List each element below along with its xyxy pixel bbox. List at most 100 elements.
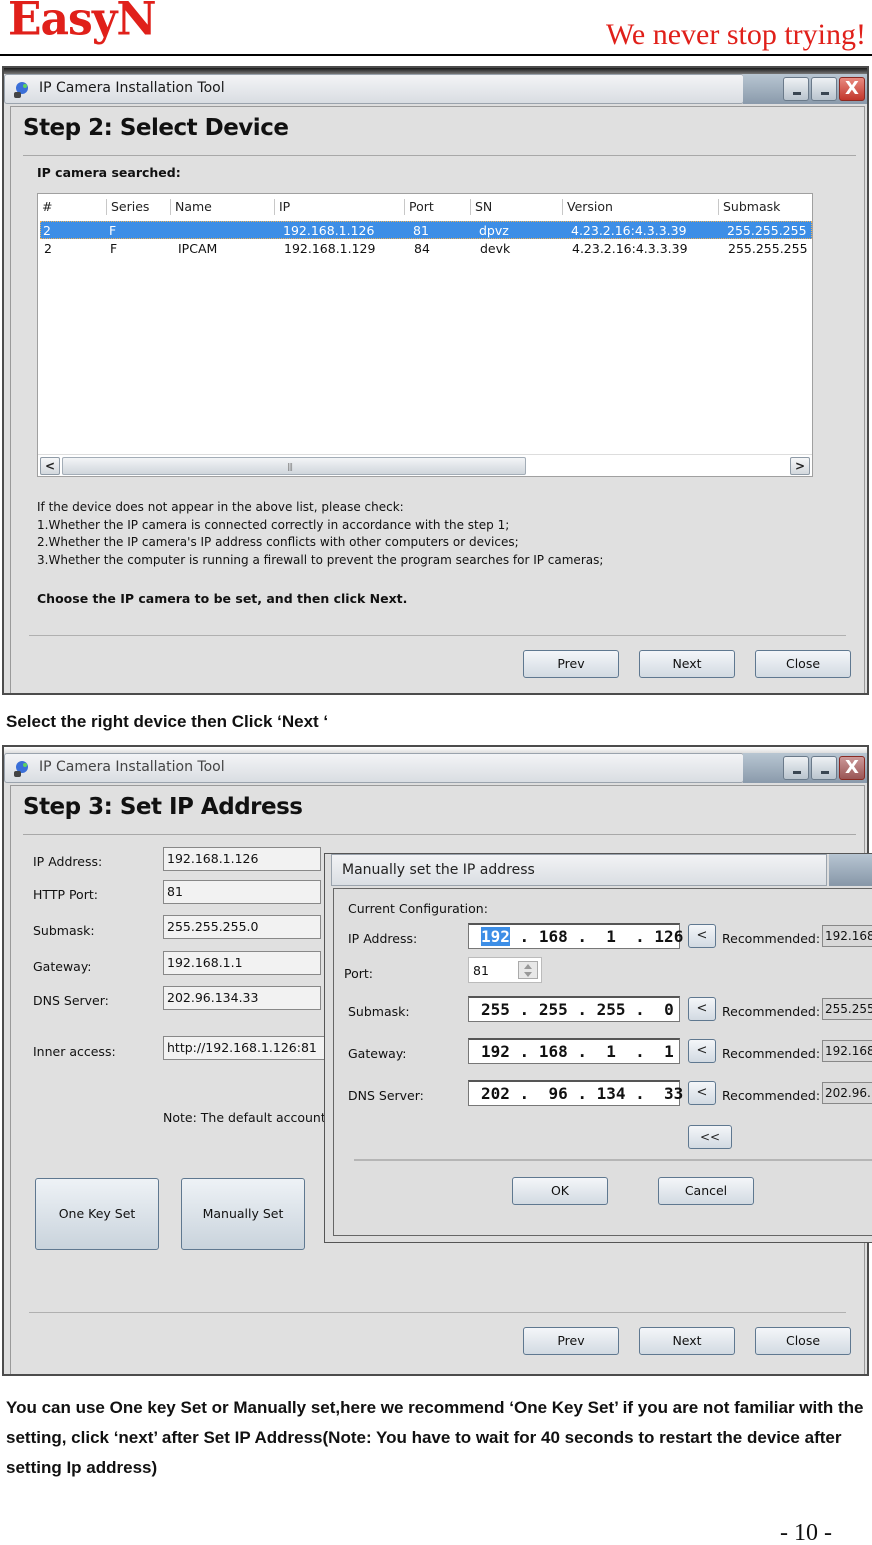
copy-recommended-dns-button[interactable]: < — [688, 1081, 716, 1105]
minimize-icon — [793, 92, 801, 95]
copy-recommended-ip-button[interactable]: < — [688, 924, 716, 948]
divider — [29, 635, 846, 636]
next-button[interactable]: Next — [639, 1327, 735, 1355]
window-title: IP Camera Installation Tool — [39, 759, 225, 775]
port-stepper[interactable]: 81 — [468, 957, 542, 983]
column-header[interactable]: Version — [562, 199, 718, 215]
close-window-button[interactable]: X — [839, 756, 865, 780]
brand-logo: EasyN — [8, 0, 157, 47]
dns-server-label: DNS Server: — [33, 993, 109, 1008]
default-account-note: Note: The default account — [163, 1110, 326, 1125]
slogan: We never stop trying! — [605, 18, 866, 51]
gateway-label: Gateway: — [33, 959, 92, 974]
recommended-ip-value: 192.168 — [822, 925, 872, 947]
prev-button[interactable]: Prev — [523, 1327, 619, 1355]
cancel-button[interactable]: Cancel — [658, 1177, 754, 1205]
minimize-button[interactable] — [783, 77, 809, 101]
minimize-icon — [821, 771, 829, 774]
inner-access-field[interactable]: http://192.168.1.126:81 — [163, 1036, 333, 1060]
instruction-paragraph: You can use One key Set or Manually set,… — [6, 1398, 864, 1477]
close-window-button[interactable]: X — [839, 77, 865, 101]
horizontal-scrollbar[interactable]: < ||| > — [38, 454, 812, 476]
ip-address-field[interactable]: 192.168.1.126 — [163, 847, 321, 871]
camera-app-icon — [14, 82, 28, 98]
inner-access-label: Inner access: — [33, 1044, 116, 1059]
window-title: IP Camera Installation Tool — [39, 80, 225, 96]
step-title: Step 2: Select Device — [23, 115, 289, 141]
scroll-thumb[interactable]: ||| — [62, 457, 526, 475]
installation-tool-window-step2: IP Camera Installation Tool X Step 2: Se… — [2, 66, 869, 695]
dlg-port-label: Port: — [344, 966, 373, 981]
spin-arrows-icon[interactable] — [518, 961, 538, 979]
divider — [29, 1312, 846, 1313]
divider — [23, 155, 856, 156]
recommended-gateway-value: 192.168 — [822, 1040, 872, 1062]
recommended-label: Recommended: — [722, 1046, 821, 1061]
caption-select-device: Select the right device then Click ‘Next… — [6, 712, 329, 731]
ok-button[interactable]: OK — [512, 1177, 608, 1205]
recommended-label: Recommended: — [722, 931, 821, 946]
dialog-controls[interactable] — [829, 854, 872, 886]
title-bar: IP Camera Installation Tool — [4, 753, 744, 783]
dns-server-field[interactable]: 202.96.134.33 — [163, 986, 321, 1010]
gateway-input[interactable]: 192 . 168 . 1 . 1 — [468, 1038, 680, 1064]
submask-field[interactable]: 255.255.255.0 — [163, 915, 321, 939]
restore-button[interactable] — [811, 756, 837, 780]
dlg-submask-label: Submask: — [348, 1004, 410, 1019]
one-key-set-button[interactable]: One Key Set — [35, 1178, 159, 1250]
column-header[interactable]: Port — [404, 199, 470, 215]
dlg-gateway-label: Gateway: — [348, 1046, 407, 1061]
prev-button[interactable]: Prev — [523, 650, 619, 678]
recommended-label: Recommended: — [722, 1088, 821, 1103]
camera-app-icon — [14, 761, 28, 777]
copy-recommended-submask-button[interactable]: < — [688, 997, 716, 1021]
dialog-title-bar: Manually set the IP address — [331, 854, 827, 886]
column-header[interactable]: Submask — [718, 199, 814, 215]
http-port-field[interactable]: 81 — [163, 880, 321, 904]
column-header[interactable]: Series — [106, 199, 170, 215]
recommended-submask-value: 255.255 — [822, 998, 872, 1020]
chevron-right-icon: > — [794, 459, 806, 473]
close-button[interactable]: Close — [755, 650, 851, 678]
section-label: IP camera searched: — [37, 165, 181, 180]
camera-list[interactable]: # Series Name IP Port SN Version Submask… — [37, 193, 813, 477]
troubleshooting-info: If the device does not appear in the abo… — [37, 500, 604, 567]
recommended-label: Recommended: — [722, 1004, 821, 1019]
dialog-body: Current Configuration: IP Address: 192 .… — [333, 888, 872, 1236]
table-row[interactable]: 2 F 192.168.1.126 81 dpvz 4.23.2.16:4.3.… — [40, 221, 812, 239]
ip-address-input[interactable]: 192 . 168 . 1 . 126 — [468, 923, 683, 949]
column-header[interactable]: SN — [470, 199, 562, 215]
current-configuration-label: Current Configuration: — [348, 901, 488, 916]
column-header[interactable]: Name — [170, 199, 274, 215]
table-row[interactable]: 2 F IPCAM 192.168.1.129 84 devk 4.23.2.1… — [40, 240, 812, 258]
next-button[interactable]: Next — [639, 650, 735, 678]
table-header: # Series Name IP Port SN Version Submask — [38, 194, 812, 218]
scroll-right-button[interactable]: > — [790, 457, 810, 475]
collapse-button[interactable]: << — [688, 1125, 732, 1149]
page-number: - 10 - — [780, 1520, 832, 1545]
column-header[interactable]: IP — [274, 199, 404, 215]
gateway-field[interactable]: 192.168.1.1 — [163, 951, 321, 975]
chevron-left-icon: < — [44, 459, 56, 473]
submask-label: Submask: — [33, 923, 95, 938]
scroll-left-button[interactable]: < — [40, 457, 60, 475]
minimize-icon — [821, 92, 829, 95]
divider — [23, 834, 856, 835]
submask-input[interactable]: 255 . 255 . 255 . 0 — [468, 996, 680, 1022]
close-button[interactable]: Close — [755, 1327, 851, 1355]
window-body: Step 2: Select Device IP camera searched… — [10, 106, 865, 693]
http-port-label: HTTP Port: — [33, 887, 98, 902]
ip-address-label: IP Address: — [33, 854, 103, 869]
step-title: Step 3: Set IP Address — [23, 794, 303, 820]
minimize-icon — [793, 771, 801, 774]
copy-recommended-gateway-button[interactable]: < — [688, 1039, 716, 1063]
manually-set-button[interactable]: Manually Set — [181, 1178, 305, 1250]
dialog-title: Manually set the IP address — [342, 862, 535, 878]
header-divider — [0, 54, 872, 56]
column-header[interactable]: # — [38, 199, 106, 215]
restore-button[interactable] — [811, 77, 837, 101]
dns-server-input[interactable]: 202 . 96 . 134 . 33 — [468, 1080, 683, 1106]
minimize-button[interactable] — [783, 756, 809, 780]
dlg-dns-label: DNS Server: — [348, 1088, 424, 1103]
title-bar: IP Camera Installation Tool — [4, 74, 744, 104]
